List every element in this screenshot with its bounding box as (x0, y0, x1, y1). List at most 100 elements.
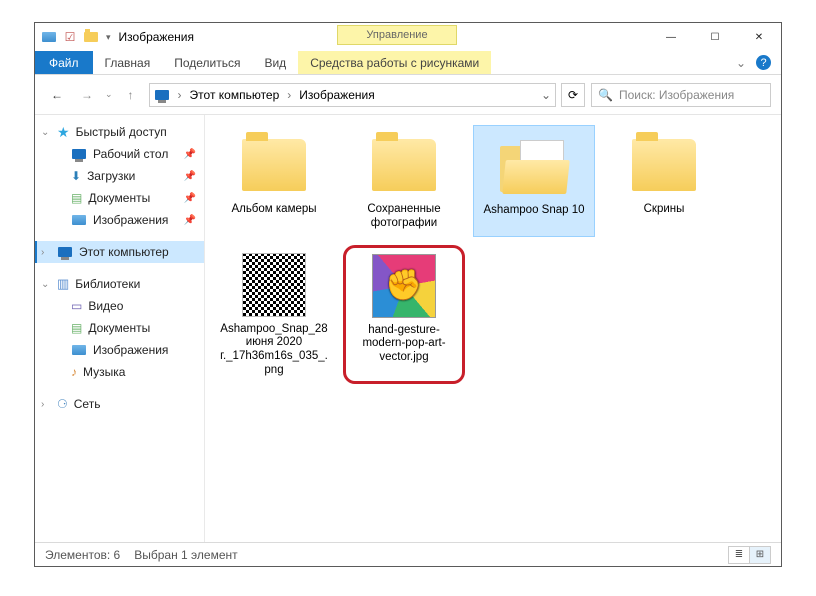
tab-picture-tools[interactable]: Средства работы с рисунками (298, 51, 491, 74)
chevron-down-icon[interactable]: ⌄ (41, 127, 49, 138)
refresh-button[interactable]: ⟳ (561, 83, 585, 107)
pictures-icon (71, 212, 87, 228)
sidebar-downloads[interactable]: ⬇ Загрузки 📌 (35, 165, 204, 187)
image-thumbnail (372, 254, 436, 318)
documents-icon: ▤ (71, 321, 82, 335)
folder-item[interactable]: Скрины (603, 125, 725, 237)
sidebar-item-label: Изображения (93, 213, 168, 227)
documents-icon: ▤ (71, 191, 82, 205)
sidebar-item-label: Документы (88, 191, 150, 205)
tab-home[interactable]: Главная (93, 51, 163, 74)
status-selection: Выбран 1 элемент (134, 548, 237, 562)
addressbar: ← → ⌄ ↑ › Этот компьютер › Изображения ⌄… (35, 75, 781, 115)
image-item[interactable]: Ashampoo_Snap_28 июня 2020 г._17h36m16s_… (213, 245, 335, 384)
sidebar-item-label: Этот компьютер (79, 245, 169, 259)
ribbon: Файл Главная Поделиться Вид Средства раб… (35, 51, 781, 75)
folder-icon (372, 139, 436, 191)
body: ⌄ ★ Быстрый доступ Рабочий стол 📌 ⬇ Загр… (35, 115, 781, 542)
chevron-right-icon[interactable]: › (41, 247, 44, 258)
sidebar-item-label: Быстрый доступ (76, 125, 167, 139)
chevron-down-icon[interactable]: ⌄ (41, 279, 49, 290)
folder-item[interactable]: Альбом камеры (213, 125, 335, 237)
network-icon: ⚆ (57, 397, 68, 411)
sidebar-lib-music[interactable]: ♪ Музыка (35, 361, 204, 383)
close-button[interactable]: ✕ (737, 23, 781, 51)
folder-item-selected[interactable]: Ashampoo Snap 10 (473, 125, 595, 237)
sidebar-item-label: Изображения (93, 343, 168, 357)
this-pc-icon (57, 244, 73, 260)
tab-share[interactable]: Поделиться (162, 51, 252, 74)
statusbar: Элементов: 6 Выбран 1 элемент ≣ ⊞ (35, 542, 781, 566)
sidebar-item-label: Рабочий стол (93, 147, 168, 161)
search-icon: 🔍 (598, 88, 613, 102)
status-count: Элементов: 6 (45, 548, 120, 562)
sidebar-documents[interactable]: ▤ Документы 📌 (35, 187, 204, 209)
search-input[interactable]: 🔍 Поиск: Изображения (591, 83, 771, 107)
minimize-button[interactable]: — (649, 23, 693, 51)
pictures-lib-icon (41, 29, 57, 45)
sidebar-lib-videos[interactable]: ▭ Видео (35, 295, 204, 317)
sidebar-item-label: Сеть (74, 397, 101, 411)
address-dropdown-icon[interactable]: ⌄ (541, 88, 551, 102)
chevron-right-icon[interactable]: › (174, 88, 186, 102)
video-icon: ▭ (71, 299, 82, 313)
explorer-window: ☑ ▾ Изображения Управление — ☐ ✕ Файл Гл… (34, 22, 782, 567)
sidebar-item-label: Документы (88, 321, 150, 335)
libraries-icon: ▥ (57, 276, 69, 292)
icons-view-button[interactable]: ⊞ (749, 546, 771, 564)
sidebar-lib-pictures[interactable]: Изображения (35, 339, 204, 361)
titlebar[interactable]: ☑ ▾ Изображения Управление — ☐ ✕ (35, 23, 781, 51)
sidebar-network[interactable]: › ⚆ Сеть (35, 393, 204, 415)
folder-icon (632, 139, 696, 191)
help-icon[interactable]: ? (756, 55, 771, 70)
sidebar-item-label: Загрузки (87, 169, 135, 183)
address-input[interactable]: › Этот компьютер › Изображения ⌄ (149, 83, 556, 107)
item-label: Сохраненные фотографии (349, 203, 459, 231)
breadcrumb-root[interactable]: Этот компьютер (190, 88, 280, 102)
chevron-right-icon[interactable]: › (283, 88, 295, 102)
downloads-icon: ⬇ (71, 169, 81, 183)
back-button[interactable]: ← (45, 83, 69, 107)
sidebar-quick-access[interactable]: ⌄ ★ Быстрый доступ (35, 121, 204, 143)
pin-icon: 📌 (184, 193, 196, 204)
star-icon: ★ (57, 124, 70, 141)
qat: ☑ ▾ (35, 29, 111, 45)
context-tab-header[interactable]: Управление (337, 25, 457, 45)
item-label: Скрины (644, 203, 685, 217)
sidebar-item-label: Видео (88, 299, 123, 313)
window-controls: — ☐ ✕ (649, 23, 781, 51)
sidebar-lib-documents[interactable]: ▤ Документы (35, 317, 204, 339)
sidebar-desktop[interactable]: Рабочий стол 📌 (35, 143, 204, 165)
sidebar-item-label: Библиотеки (75, 277, 140, 291)
file-tab[interactable]: Файл (35, 51, 93, 74)
tab-view[interactable]: Вид (252, 51, 298, 74)
this-pc-icon (154, 87, 170, 103)
content-pane[interactable]: Альбом камеры Сохраненные фотографии Ash… (205, 115, 781, 542)
pin-icon: 📌 (184, 149, 196, 160)
image-item-highlighted[interactable]: hand-gesture-modern-pop-art-vector.jpg (343, 245, 465, 384)
sidebar-libraries[interactable]: ⌄ ▥ Библиотеки (35, 273, 204, 295)
sidebar: ⌄ ★ Быстрый доступ Рабочий стол 📌 ⬇ Загр… (35, 115, 205, 542)
item-label: Ashampoo Snap 10 (483, 204, 584, 218)
view-switcher: ≣ ⊞ (729, 546, 771, 564)
up-button[interactable]: ↑ (119, 83, 143, 107)
sidebar-this-pc[interactable]: › Этот компьютер (35, 241, 204, 263)
window-title: Изображения (111, 30, 194, 44)
pin-icon: 📌 (184, 215, 196, 226)
maximize-button[interactable]: ☐ (693, 23, 737, 51)
item-label: Альбом камеры (231, 203, 316, 217)
folder-open-icon (500, 138, 568, 194)
ribbon-collapse-icon[interactable]: ⌄ (736, 56, 746, 70)
breadcrumb-current[interactable]: Изображения (299, 88, 374, 102)
folder-icon (242, 139, 306, 191)
item-label: Ashampoo_Snap_28 июня 2020 г._17h36m16s_… (219, 323, 329, 378)
folder-item[interactable]: Сохраненные фотографии (343, 125, 465, 237)
forward-button[interactable]: → (75, 83, 99, 107)
details-view-button[interactable]: ≣ (728, 546, 750, 564)
sidebar-pictures[interactable]: Изображения 📌 (35, 209, 204, 231)
recent-dropdown-icon[interactable]: ⌄ (105, 89, 113, 100)
desktop-icon (71, 146, 87, 162)
properties-icon[interactable]: ☑ (62, 29, 78, 45)
chevron-right-icon[interactable]: › (41, 399, 44, 410)
music-icon: ♪ (71, 365, 77, 379)
